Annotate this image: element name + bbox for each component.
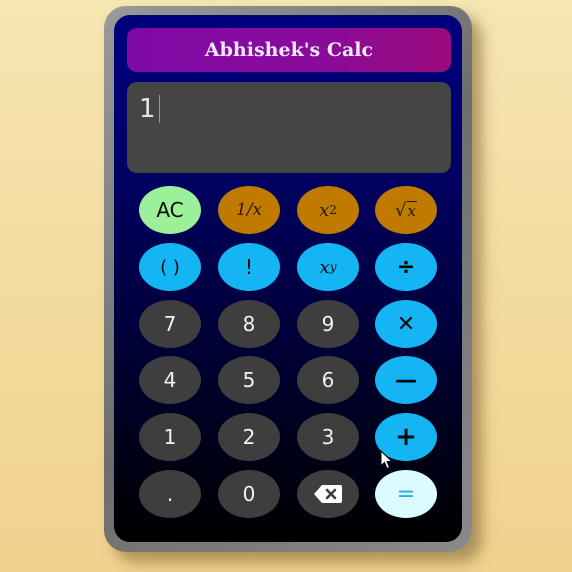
digit-5-button[interactable]: 5 [218,356,280,404]
add-label: + [395,422,417,452]
divide-button[interactable]: ÷ [375,243,437,291]
square-root-button[interactable]: √ x [375,186,437,234]
radical-icon: √ [395,199,407,221]
digit-1-button[interactable]: 1 [139,413,201,461]
digit-7-button[interactable]: 7 [139,300,201,348]
digit-8-label: 8 [242,312,256,336]
reciprocal-button[interactable]: 1/x [218,186,280,234]
parentheses-button[interactable]: ( ) [139,243,201,291]
factorial-label: ! [244,255,254,279]
digit-1-label: 1 [163,425,177,449]
decimal-point-button[interactable]: . [139,470,201,518]
display-input[interactable]: 1 [139,94,439,124]
digit-2-label: 2 [242,425,256,449]
digit-4-button[interactable]: 4 [139,356,201,404]
mouse-pointer-icon [380,450,394,470]
subtract-label: — [395,367,417,393]
digit-2-button[interactable]: 2 [218,413,280,461]
decimal-point-label: . [166,482,174,506]
digit-7-label: 7 [163,312,177,336]
factorial-button[interactable]: ! [218,243,280,291]
app-title: Abhishek's Calc [127,28,451,72]
parentheses-label: ( ) [160,256,180,278]
power-base-label: x [319,256,330,278]
backspace-button[interactable] [297,470,359,518]
multiply-button[interactable]: ✕ [375,300,437,348]
all-clear-label: AC [156,198,184,222]
digit-3-button[interactable]: 3 [297,413,359,461]
divide-label: ÷ [396,254,416,280]
square-base-label: x [319,199,330,221]
backspace-icon [314,485,342,503]
digit-6-label: 6 [321,368,335,392]
power-button[interactable]: xy [297,243,359,291]
digit-9-button[interactable]: 9 [297,300,359,348]
digit-8-button[interactable]: 8 [218,300,280,348]
equals-button[interactable]: = [375,470,437,518]
square-root-argument-label: x [406,200,417,220]
display-screen[interactable]: 1 [127,82,451,173]
multiply-label: ✕ [396,311,416,337]
digit-3-label: 3 [321,425,335,449]
all-clear-button[interactable]: AC [139,186,201,234]
subtract-button[interactable]: — [375,356,437,404]
digit-9-label: 9 [321,312,335,336]
digit-6-button[interactable]: 6 [297,356,359,404]
reciprocal-label: 1/x [235,200,263,220]
display-value: 1 [139,94,156,124]
digit-0-button[interactable]: 0 [218,470,280,518]
digit-0-label: 0 [242,482,256,506]
digit-5-label: 5 [242,368,256,392]
equals-label: = [396,481,416,507]
digit-4-label: 4 [163,368,177,392]
square-button[interactable]: x2 [297,186,359,234]
text-caret [158,95,160,123]
